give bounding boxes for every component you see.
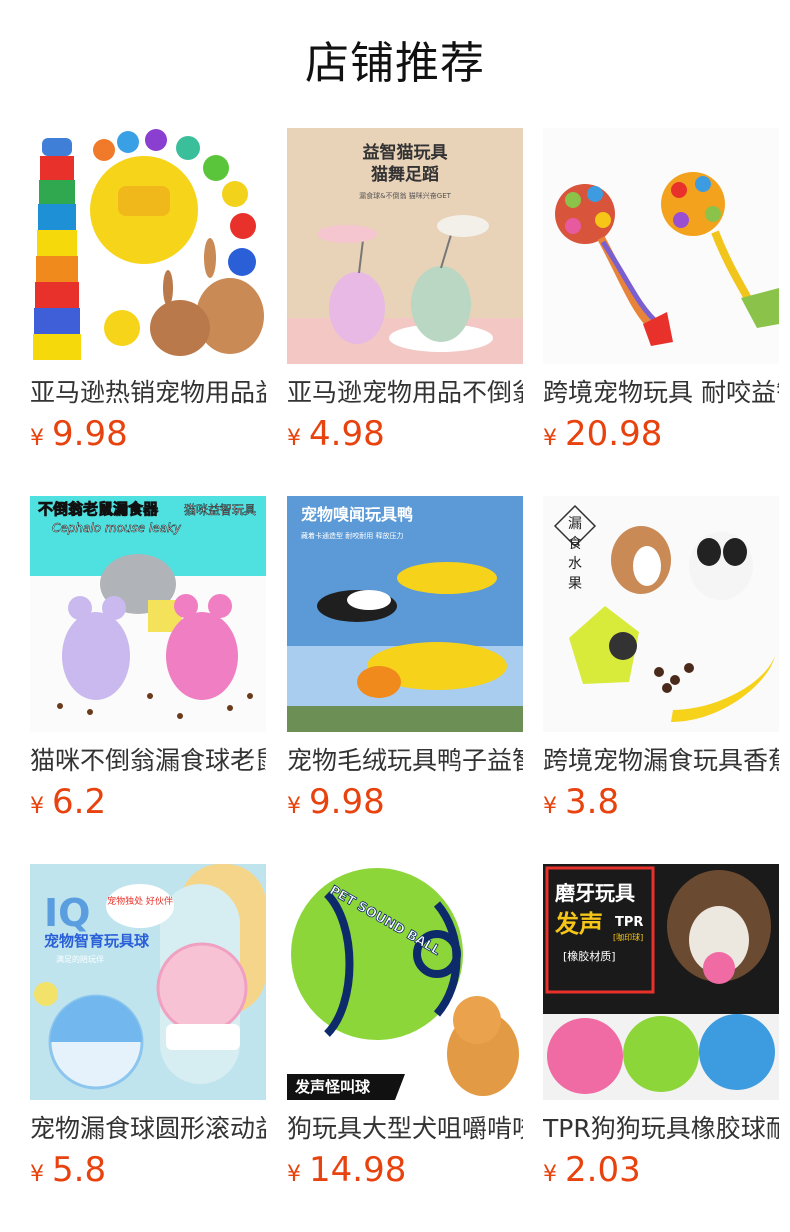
product-price: 4.98 [309, 414, 385, 454]
thumb-headline: 宠物嗅闻玩具鸭 [301, 505, 413, 524]
product-image[interactable] [543, 128, 779, 364]
product-price: 9.98 [52, 414, 128, 454]
thumb-headline: 宠物智育玩具球 [44, 932, 150, 950]
price-row: ¥9.98 [30, 412, 266, 462]
product-name[interactable]: 宠物毛绒玩具鸭子益智发声 [287, 744, 523, 778]
product-price: 14.98 [309, 1150, 407, 1190]
rubber-chew-balls-dog-image: 磨牙玩具 发声 TPR [咖印球] [橡胶材质] [543, 864, 779, 1100]
product-name[interactable]: 宠物漏食球圆形滚动益智玩具 [30, 1112, 266, 1146]
thumb-tag: 发声怪叫球 [294, 1078, 371, 1096]
price-row: ¥20.98 [543, 412, 779, 462]
thumb-badge: 猫咪益智玩具 [184, 502, 256, 517]
currency-symbol: ¥ [287, 426, 301, 451]
product-image[interactable]: PET SOUND BALL 发声怪叫球 [287, 864, 523, 1100]
product-name[interactable]: 亚马逊热销宠物用品益智玩具 [30, 376, 266, 410]
product-name[interactable]: TPR狗狗玩具橡胶球耐咬磨牙 [543, 1112, 779, 1146]
product-price: 2.03 [565, 1150, 641, 1190]
thumb-tpr-label: TPR [615, 915, 643, 930]
product-name[interactable]: 亚马逊宠物用品不倒翁逗猫玩具 [287, 376, 523, 410]
thumb-headline: 不倒翁老鼠漏食器 [38, 500, 159, 518]
green-sound-ball-pomeranian-image: PET SOUND BALL 发声怪叫球 [287, 864, 523, 1100]
price-row: ¥6.2 [30, 780, 266, 830]
product-card[interactable]: 磨牙玩具 发声 TPR [咖印球] [橡胶材质] TPR狗狗玩具橡胶球耐咬磨牙 … [543, 864, 779, 1198]
currency-symbol: ¥ [543, 794, 557, 819]
currency-symbol: ¥ [287, 1162, 301, 1187]
currency-symbol: ¥ [543, 426, 557, 451]
product-price: 20.98 [565, 414, 663, 454]
thumb-subheadline: Cephalo mouse leaky [52, 521, 182, 535]
banana-treat-toy-puppies-image: 漏 食 水 果 [543, 496, 779, 732]
product-name[interactable]: 跨境宠物漏食玩具香蕉造型 [543, 744, 779, 778]
mouse-treat-tumbler-image: 不倒翁老鼠漏食器 Cephalo mouse leaky 猫咪益智玩具 [30, 496, 266, 732]
product-card[interactable]: 不倒翁老鼠漏食器 Cephalo mouse leaky 猫咪益智玩具 猫咪不倒… [30, 496, 266, 830]
product-card[interactable]: 跨境宠物玩具 耐咬益智嗅闻球 ¥20.98 [543, 128, 779, 462]
thumb-subheadline: 猫舞足蹈 [371, 164, 439, 185]
thumb-caption: 满足的陪玩伴 [56, 954, 104, 964]
thumb-headline: 益智猫玩具 [363, 142, 448, 163]
product-price: 9.98 [309, 782, 385, 822]
product-card[interactable]: PET SOUND BALL 发声怪叫球 狗玩具大型犬咀嚼啃咬发声球 ¥14.9… [287, 864, 523, 1198]
product-price: 3.8 [565, 782, 620, 822]
thumb-caption: [咖印球] [613, 932, 643, 942]
product-name[interactable]: 狗玩具大型犬咀嚼啃咬发声球 [287, 1112, 523, 1146]
currency-symbol: ¥ [30, 426, 44, 451]
price-row: ¥4.98 [287, 412, 523, 462]
price-row: ¥3.8 [543, 780, 779, 830]
thumb-subheadline: 发声 [554, 910, 603, 938]
thumb-headline: 磨牙玩具 [555, 881, 635, 905]
product-card[interactable]: IQ 宠物独处 好伙伴 宠物智育玩具球 满足的陪玩伴 宠物漏食球圆形滚动益智玩具… [30, 864, 266, 1198]
thumb-logo: IQ [44, 891, 90, 935]
price-row: ¥5.8 [30, 1148, 266, 1198]
iq-treat-ball-image: IQ 宠物独处 好伙伴 宠物智育玩具球 满足的陪玩伴 [30, 864, 266, 1100]
currency-symbol: ¥ [30, 794, 44, 819]
product-price: 6.2 [52, 782, 107, 822]
stacking-cups-ball-rabbit-image [30, 128, 266, 364]
page-title: 店铺推荐 [305, 38, 485, 89]
thumb-caption: 漏食球&不倒翁 猫咪兴奋GET [359, 191, 452, 200]
thumb-vertical-char: 食 [568, 535, 582, 552]
product-card[interactable]: 漏 食 水 果 跨境宠物漏食玩具香蕉造型 ¥3.8 [543, 496, 779, 830]
thumb-vertical-char: 果 [568, 576, 582, 592]
plush-duck-dog-image: 宠物嗅闻玩具鸭 藏着卡通造型 耐咬耐用 释放压力 [287, 496, 523, 732]
thumb-vertical-char: 水 [568, 556, 582, 572]
product-image[interactable]: 磨牙玩具 发声 TPR [咖印球] [橡胶材质] [543, 864, 779, 1100]
thumb-bubble: 宠物独处 好伙伴 [107, 895, 173, 907]
product-image[interactable]: 漏 食 水 果 [543, 496, 779, 732]
snuffle-ball-rope-image [543, 128, 779, 364]
price-row: ¥9.98 [287, 780, 523, 830]
product-image[interactable]: 不倒翁老鼠漏食器 Cephalo mouse leaky 猫咪益智玩具 [30, 496, 266, 732]
product-card[interactable]: 宠物嗅闻玩具鸭 藏着卡通造型 耐咬耐用 释放压力 宠物毛绒玩具鸭子益智发声 ¥9… [287, 496, 523, 830]
currency-symbol: ¥ [30, 1162, 44, 1187]
product-name[interactable]: 跨境宠物玩具 耐咬益智嗅闻球 [543, 376, 779, 410]
product-image[interactable] [30, 128, 266, 364]
price-row: ¥14.98 [287, 1148, 523, 1198]
product-card[interactable]: 亚马逊热销宠物用品益智玩具 ¥9.98 [30, 128, 266, 462]
thumb-material: [橡胶材质] [563, 949, 616, 963]
product-name[interactable]: 猫咪不倒翁漏食球老鼠玩具 [30, 744, 266, 778]
product-image[interactable]: 益智猫玩具 猫舞足蹈 漏食球&不倒翁 猫咪兴奋GET [287, 128, 523, 364]
price-row: ¥2.03 [543, 1148, 779, 1198]
product-image[interactable]: 宠物嗅闻玩具鸭 藏着卡通造型 耐咬耐用 释放压力 [287, 496, 523, 732]
thumb-caption: 藏着卡通造型 耐咬耐用 释放压力 [301, 531, 403, 540]
product-image[interactable]: IQ 宠物独处 好伙伴 宠物智育玩具球 满足的陪玩伴 [30, 864, 266, 1100]
currency-symbol: ¥ [287, 794, 301, 819]
cat-tumbler-toy-image: 益智猫玩具 猫舞足蹈 漏食球&不倒翁 猫咪兴奋GET [287, 128, 523, 364]
product-price: 5.8 [52, 1150, 107, 1190]
thumb-vertical-char: 漏 [568, 516, 582, 532]
currency-symbol: ¥ [543, 1162, 557, 1187]
product-card[interactable]: 益智猫玩具 猫舞足蹈 漏食球&不倒翁 猫咪兴奋GET 亚马逊宠物用品不倒翁逗猫玩… [287, 128, 523, 462]
